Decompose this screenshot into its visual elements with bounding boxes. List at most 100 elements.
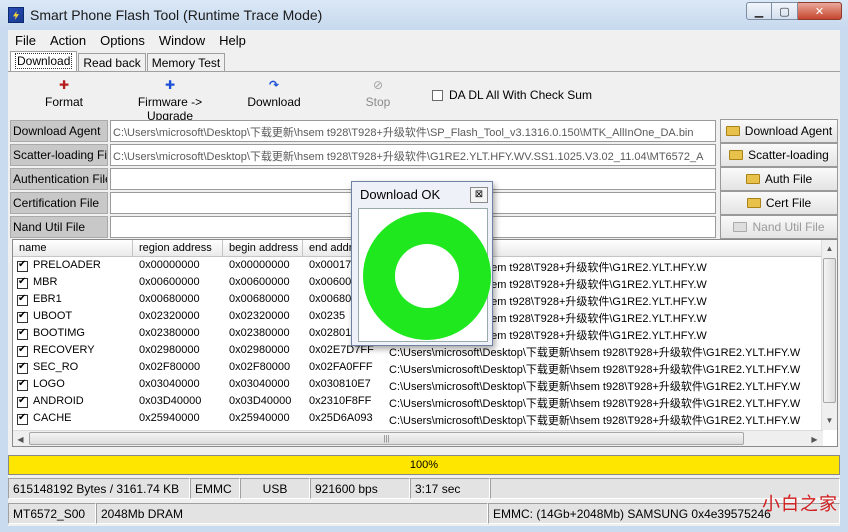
nand-util-button[interactable]: Nand Util File — [720, 215, 838, 239]
begin-address: 0x00600000 — [229, 276, 290, 288]
vertical-scrollbar[interactable]: ▲ ▼ — [821, 240, 837, 430]
tab-strip: Download Read back Memory Test — [10, 50, 226, 72]
folder-icon — [725, 126, 740, 136]
download-agent-row: Download Agent C:\Users\microsoft\Deskto… — [10, 119, 838, 143]
row-checkbox[interactable] — [17, 361, 28, 374]
col-name[interactable]: name — [13, 240, 133, 257]
download-button[interactable]: ↷ Download — [244, 78, 304, 109]
region-address: 0x02320000 — [139, 310, 200, 322]
partition-name: PRELOADER — [33, 259, 101, 271]
table-row[interactable]: SEC_RO 0x02F80000 0x02F80000 0x02FA0FFF C:\U… — [13, 360, 823, 377]
upgrade-icon: ✚ — [164, 78, 176, 92]
download-ok-dialog: Download OK ⊠ — [351, 181, 493, 346]
row-checkbox[interactable] — [17, 327, 28, 340]
menu-action[interactable]: Action — [43, 33, 93, 48]
checksum-option[interactable]: DA DL All With Check Sum — [432, 88, 592, 102]
stop-button[interactable]: ⊘ Stop — [360, 78, 396, 109]
begin-address: 0x03040000 — [229, 378, 290, 390]
row-checkbox[interactable] — [17, 344, 28, 357]
scatter-file-row: Scatter-loading File C:\Users\microsoft\… — [10, 143, 838, 167]
menu-file[interactable]: File — [8, 33, 43, 48]
scroll-left-icon[interactable]: ◀ — [13, 431, 28, 446]
partition-name: RECOVERY — [33, 344, 95, 356]
scatter-file-path[interactable]: C:\Users\microsoft\Desktop\下载更新\hsem t92… — [110, 144, 716, 166]
partition-name: UBOOT — [33, 310, 73, 322]
download-icon: ↷ — [268, 78, 280, 92]
minimize-button[interactable]: ▁ — [746, 2, 772, 20]
tab-read-back[interactable]: Read back — [78, 53, 146, 72]
col-region-address[interactable]: region address — [133, 240, 223, 257]
progress-label: 100% — [409, 459, 439, 471]
close-button[interactable]: ✕ — [798, 2, 842, 20]
dialog-title: Download OK — [360, 187, 441, 202]
partition-name: EBR1 — [33, 293, 62, 305]
region-address: 0x25940000 — [139, 412, 200, 424]
dialog-close-button[interactable]: ⊠ — [470, 187, 488, 203]
dialog-body — [358, 208, 491, 342]
tab-download-label: Download — [15, 53, 73, 69]
file-location: C:\Users\microsoft\Desktop\下载更新\hsem t92… — [389, 415, 801, 427]
menu-bar: File Action Options Window Help — [8, 30, 840, 50]
col-begin-address[interactable]: begin address — [223, 240, 303, 257]
partition-name: CACHE — [33, 412, 72, 424]
scatter-loading-button[interactable]: Scatter-loading — [720, 143, 838, 167]
tab-download[interactable]: Download — [10, 51, 78, 72]
end-address: 0x02FA0FFF — [309, 361, 373, 373]
file-location: C:\Users\microsoft\Desktop\下载更新\hsem t92… — [389, 347, 801, 359]
cert-file-label: Certification File — [10, 192, 108, 214]
status-dram: 2048Mb DRAM — [96, 503, 488, 524]
window-controls: ▁ ▢ ✕ — [746, 2, 842, 20]
row-checkbox[interactable] — [17, 276, 28, 289]
ring-hole — [395, 244, 459, 308]
auth-file-button-label: Auth File — [764, 172, 813, 186]
region-address: 0x03D40000 — [139, 395, 202, 407]
format-button[interactable]: ✚ Format — [44, 78, 84, 109]
region-address: 0x02980000 — [139, 344, 200, 356]
nand-util-button-label: Nand Util File — [752, 220, 825, 234]
menu-help[interactable]: Help — [212, 33, 253, 48]
region-address: 0x03040000 — [139, 378, 200, 390]
row-checkbox[interactable] — [17, 310, 28, 323]
vertical-scroll-thumb[interactable] — [823, 258, 836, 403]
horizontal-scrollbar[interactable]: ◀ ||| ▶ — [13, 430, 823, 446]
begin-address: 0x03D40000 — [229, 395, 292, 407]
partition-name: SEC_RO — [33, 361, 79, 373]
format-label: Format — [44, 95, 83, 109]
menu-window[interactable]: Window — [152, 33, 212, 48]
begin-address: 0x00000000 — [229, 259, 290, 271]
partition-name: MBR — [33, 276, 58, 288]
scroll-down-icon[interactable]: ▼ — [822, 412, 837, 428]
checksum-checkbox[interactable] — [432, 89, 443, 101]
folder-icon — [733, 222, 748, 232]
stop-label: Stop — [365, 95, 391, 109]
status-bytes: 615148192 Bytes / 3161.74 KB — [8, 478, 190, 499]
row-checkbox[interactable] — [17, 293, 28, 306]
table-row[interactable]: LOGO 0x03040000 0x03040000 0x030810E7 C:\Use… — [13, 377, 823, 394]
file-location: C:\Users\microsoft\Desktop\下载更新\hsem t92… — [389, 364, 801, 376]
nand-util-label: Nand Util File — [10, 216, 108, 238]
partition-name: BOOTIMG — [33, 327, 85, 339]
download-agent-button[interactable]: Download Agent — [720, 119, 838, 143]
tab-memory-test[interactable]: Memory Test — [146, 53, 226, 72]
scroll-up-icon[interactable]: ▲ — [822, 240, 837, 256]
row-checkbox[interactable] — [17, 378, 28, 391]
horizontal-scroll-thumb[interactable]: ||| — [29, 432, 744, 445]
scroll-right-icon[interactable]: ▶ — [807, 431, 822, 446]
row-checkbox[interactable] — [17, 259, 28, 272]
begin-address: 0x02380000 — [229, 327, 290, 339]
cert-file-button[interactable]: Cert File — [720, 191, 838, 215]
table-row[interactable]: ANDROID 0x03D40000 0x03D40000 0x2310F8FF C:\… — [13, 394, 823, 411]
stop-icon: ⊘ — [372, 78, 384, 92]
status-bar-2: MT6572_S00 2048Mb DRAM EMMC: (14Gb+2048M… — [8, 503, 840, 524]
maximize-button[interactable]: ▢ — [772, 2, 798, 20]
download-agent-path[interactable]: C:\Users\microsoft\Desktop\下载更新\hsem t92… — [110, 120, 716, 142]
auth-file-button[interactable]: Auth File — [720, 167, 838, 191]
row-checkbox[interactable] — [17, 395, 28, 408]
firmware-upgrade-button[interactable]: ✚ Firmware -> Upgrade — [116, 78, 224, 123]
menu-options[interactable]: Options — [93, 33, 152, 48]
row-checkbox[interactable] — [17, 412, 28, 425]
download-label: Download — [247, 95, 301, 109]
end-address: 0x2310F8FF — [309, 395, 372, 407]
download-agent-label: Download Agent — [10, 120, 108, 142]
table-row[interactable]: CACHE 0x25940000 0x25940000 0x25D6A093 C:\Us… — [13, 411, 823, 428]
